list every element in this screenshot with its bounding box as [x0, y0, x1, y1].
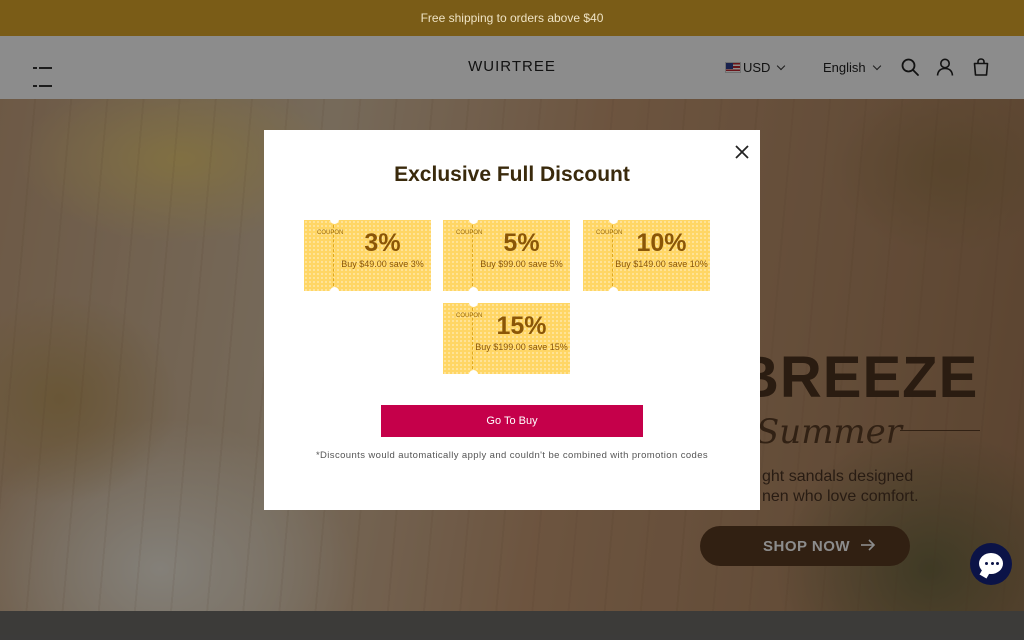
coupon-percent: 3% — [364, 229, 401, 257]
discount-modal: Exclusive Full Discount COUPON 3% Buy $4… — [264, 130, 760, 510]
close-icon[interactable] — [732, 142, 752, 162]
coupon-description: Buy $199.00 save 15% — [475, 342, 568, 352]
coupon-percent: 5% — [503, 229, 540, 257]
announcement-bar: Free shipping to orders above $40 — [0, 0, 1024, 36]
go-to-buy-button[interactable]: Go To Buy — [381, 405, 643, 437]
coupon-stub-label: COUPON — [456, 230, 483, 236]
chat-button[interactable] — [970, 543, 1012, 585]
modal-title: Exclusive Full Discount — [394, 163, 630, 186]
coupon-card[interactable]: COUPON 3% Buy $49.00 save 3% — [304, 215, 431, 296]
announcement-text: Free shipping to orders above $40 — [420, 11, 604, 25]
coupon-card[interactable]: COUPON 10% Buy $149.00 save 10% — [583, 215, 710, 296]
discount-note: *Discounts would automatically apply and… — [315, 450, 709, 461]
coupon-description: Buy $149.00 save 10% — [615, 259, 708, 269]
coupon-stub-label: COUPON — [317, 230, 344, 236]
coupon-description: Buy $99.00 save 5% — [480, 259, 563, 269]
coupon-card[interactable]: COUPON 5% Buy $99.00 save 5% — [443, 215, 570, 296]
coupon-percent: 10% — [636, 229, 687, 257]
coupon-percent: 15% — [496, 312, 547, 340]
coupon-stub-label: COUPON — [596, 230, 623, 236]
coupon-description: Buy $49.00 save 3% — [341, 259, 424, 269]
coupon-card[interactable]: COUPON 15% Buy $199.00 save 15% — [443, 298, 570, 379]
coupon-stub-label: COUPON — [456, 313, 483, 319]
